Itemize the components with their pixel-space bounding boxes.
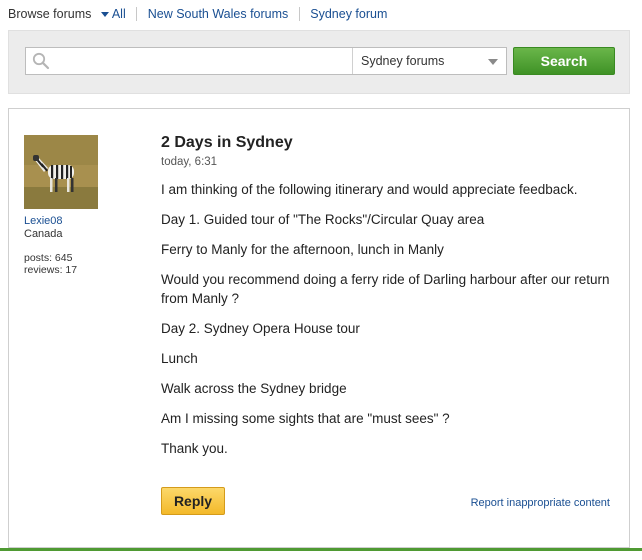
author-location: Canada <box>24 228 63 240</box>
post-body-line: I am thinking of the following itinerary… <box>161 182 578 197</box>
author-post-count: posts: 645 <box>24 252 73 264</box>
post-body-line: Ferry to Manly for the afternoon, lunch … <box>161 242 444 257</box>
breadcrumb: Browse forums All New South Wales forums… <box>8 6 387 21</box>
post-body-line: Day 2. Sydney Opera House tour <box>161 321 360 336</box>
new-south-wales-forums-link[interactable]: New South Wales forums <box>148 7 289 21</box>
search-input[interactable] <box>56 50 350 74</box>
breadcrumb-divider <box>136 6 138 21</box>
post-body-line: Am I missing some sights that are "must … <box>161 411 450 426</box>
author-review-count: reviews: 17 <box>24 264 78 276</box>
dropdown-arrow-icon <box>488 59 498 65</box>
post-body-line: Thank you. <box>161 441 228 456</box>
all-forums-label: All <box>111 7 126 22</box>
post-timestamp: today, 6:31 <box>161 156 218 168</box>
post-body-line: Would you recommend doing a ferry ride o… <box>161 272 610 306</box>
search-field: Sydney forums <box>25 47 507 75</box>
report-inappropriate-link[interactable]: Report inappropriate content <box>471 497 610 509</box>
post-body-line: Day 1. Guided tour of "The Rocks"/Circul… <box>161 212 485 227</box>
forum-scope-select[interactable]: Sydney forums <box>352 48 506 74</box>
reply-button[interactable]: Reply <box>161 487 225 515</box>
sydney-forum-link[interactable]: Sydney forum <box>310 7 387 21</box>
all-forums-dropdown[interactable]: All <box>95 6 126 21</box>
search-button[interactable]: Search <box>513 47 615 75</box>
post-title: 2 Days in Sydney <box>161 134 293 151</box>
post-body-line: Walk across the Sydney bridge <box>161 381 347 396</box>
forum-scope-value: Sydney forums <box>361 54 445 68</box>
browse-forums-label: Browse forums <box>8 6 92 21</box>
chevron-down-icon <box>100 11 109 17</box>
author-username-link[interactable]: Lexie08 <box>24 215 63 227</box>
avatar[interactable] <box>24 135 98 209</box>
forum-post: Lexie08 Canada posts: 645 reviews: 17 2 … <box>8 108 630 548</box>
footer-accent-line <box>0 548 642 551</box>
search-icon <box>32 52 50 70</box>
breadcrumb-divider <box>298 6 300 21</box>
search-bar: Sydney forums Search <box>8 30 630 94</box>
post-body-line: Lunch <box>161 351 198 366</box>
